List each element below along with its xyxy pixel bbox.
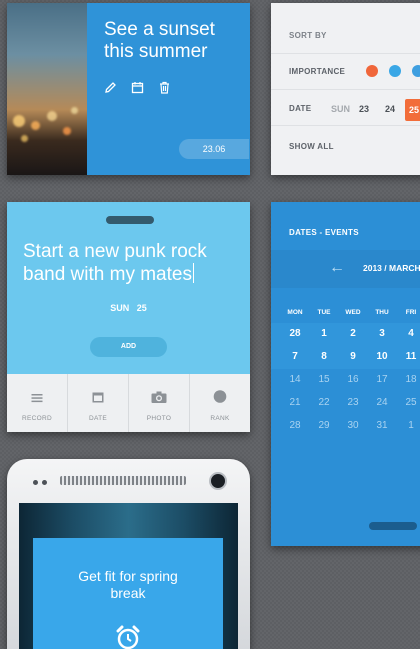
toolbar-record[interactable]: RECORD bbox=[7, 374, 67, 432]
camera-icon bbox=[151, 390, 167, 408]
calendar-week-row: 7 8 9 10 11 bbox=[271, 346, 420, 369]
month-label: 2013 / MARCH bbox=[363, 263, 420, 273]
weekday-label: MON bbox=[287, 309, 303, 316]
task-title-input[interactable]: Start a new punk rock band with my mates bbox=[23, 240, 248, 286]
divider bbox=[271, 125, 420, 126]
pencil-icon[interactable] bbox=[104, 81, 117, 99]
sunset-task-card[interactable]: See a sunset this summer 23.06 bbox=[7, 3, 250, 175]
calendar-day[interactable]: 31 bbox=[367, 420, 397, 431]
calendar-day[interactable]: 15 bbox=[309, 374, 339, 385]
calendar-icon[interactable] bbox=[131, 81, 144, 99]
text-cursor bbox=[192, 263, 194, 283]
screen-card[interactable]: Get fit for spring break bbox=[33, 538, 223, 649]
date-option-25-selected[interactable]: 25 bbox=[405, 99, 420, 121]
drag-handle[interactable] bbox=[369, 522, 417, 530]
camera-lens bbox=[209, 472, 227, 490]
calendar-day[interactable]: 16 bbox=[338, 374, 368, 385]
calendar-week-row: 28 1 2 3 4 bbox=[271, 323, 420, 346]
calendar-day[interactable]: 4 bbox=[396, 328, 420, 339]
weekday-label: THU bbox=[375, 309, 389, 316]
date-label: DATE bbox=[289, 104, 312, 113]
phone-screen: Get fit for spring break bbox=[19, 503, 238, 649]
alarm-clock-icon bbox=[115, 624, 141, 649]
calendar-week-row: 28 29 30 31 1 bbox=[271, 415, 420, 438]
sunset-photo bbox=[7, 3, 87, 175]
sort-by-label: SORT BY bbox=[289, 31, 327, 40]
date-option-23[interactable]: 23 bbox=[359, 104, 369, 114]
add-button[interactable]: ADD bbox=[90, 337, 167, 357]
calendar-day[interactable]: 21 bbox=[280, 397, 310, 408]
calendar-day[interactable]: 24 bbox=[367, 397, 397, 408]
sensor-dot bbox=[33, 480, 38, 485]
calendar-day[interactable]: 18 bbox=[396, 374, 420, 385]
speaker-grille bbox=[60, 476, 186, 485]
calendar-day[interactable]: 2 bbox=[338, 328, 368, 339]
show-all-button[interactable]: SHOW ALL bbox=[289, 142, 334, 151]
calendar-day[interactable]: 10 bbox=[367, 351, 397, 362]
toolbar-date[interactable]: DATE bbox=[67, 374, 128, 432]
divider bbox=[271, 53, 420, 54]
calendar-card: DATES - EVENTS ← 2013 / MARCH MON TUE WED T… bbox=[271, 202, 420, 546]
sensor-dot bbox=[42, 480, 47, 485]
weekday-label: FRI bbox=[405, 309, 417, 316]
arrow-left-icon[interactable]: ← bbox=[329, 259, 345, 277]
calendar-day[interactable]: 22 bbox=[309, 397, 339, 408]
calendar-week-row: 21 22 23 24 25 bbox=[271, 392, 420, 415]
menu-icon bbox=[31, 390, 43, 408]
calendar-day[interactable]: 28 bbox=[280, 420, 310, 431]
date-option-24[interactable]: 24 bbox=[385, 104, 395, 114]
date-badge: 23.06 bbox=[179, 139, 249, 159]
month-bar: ← 2013 / MARCH bbox=[271, 250, 420, 288]
task-toolbar: RECORD DATE PHOTO RANK bbox=[7, 374, 250, 432]
calendar-day[interactable]: 29 bbox=[309, 420, 339, 431]
phone-mockup: Get fit for spring break bbox=[7, 459, 250, 649]
calendar-day[interactable]: 11 bbox=[396, 351, 420, 362]
circle-icon bbox=[213, 390, 227, 408]
calendar-week-row: 14 15 16 17 18 bbox=[271, 369, 420, 392]
calendar-day[interactable]: 30 bbox=[338, 420, 368, 431]
importance-label: IMPORTANCE bbox=[289, 67, 346, 76]
toolbar-rank[interactable]: RANK bbox=[189, 374, 250, 432]
calendar-header: DATES - EVENTS bbox=[289, 228, 359, 237]
divider bbox=[271, 89, 420, 90]
task-title: See a sunset this summer bbox=[104, 19, 215, 62]
calendar-day[interactable]: 25 bbox=[396, 397, 420, 408]
calendar-day[interactable]: 9 bbox=[338, 351, 368, 362]
calendar-day[interactable]: 7 bbox=[280, 351, 310, 362]
sort-card: SORT BY IMPORTANCE DATE SUN 23 24 25 SHO… bbox=[271, 3, 420, 175]
calendar-day[interactable]: 3 bbox=[367, 328, 397, 339]
importance-high-dot[interactable] bbox=[366, 65, 378, 77]
importance-medium-dot[interactable] bbox=[389, 65, 401, 77]
drag-handle[interactable] bbox=[106, 216, 154, 224]
calendar-day[interactable]: 1 bbox=[396, 420, 420, 431]
toolbar-photo[interactable]: PHOTO bbox=[128, 374, 189, 432]
calendar-day[interactable]: 28 bbox=[280, 328, 310, 339]
task-date: SUN 25 bbox=[110, 303, 147, 313]
weekday-label: TUE bbox=[317, 309, 331, 316]
trash-icon[interactable] bbox=[158, 81, 171, 99]
calendar-day[interactable]: 17 bbox=[367, 374, 397, 385]
calendar-icon bbox=[92, 390, 104, 408]
sunset-panel: See a sunset this summer 23.06 bbox=[87, 3, 250, 175]
weekday-label: WED bbox=[345, 309, 361, 316]
new-task-card: Start a new punk rock band with my mates… bbox=[7, 202, 250, 432]
importance-low-dot[interactable] bbox=[412, 65, 420, 77]
screen-card-title: Get fit for spring break bbox=[78, 568, 178, 601]
calendar-day[interactable]: 1 bbox=[309, 328, 339, 339]
calendar-day[interactable]: 14 bbox=[280, 374, 310, 385]
date-option-sun[interactable]: SUN bbox=[331, 104, 350, 114]
calendar-day[interactable]: 23 bbox=[338, 397, 368, 408]
calendar-day[interactable]: 8 bbox=[309, 351, 339, 362]
